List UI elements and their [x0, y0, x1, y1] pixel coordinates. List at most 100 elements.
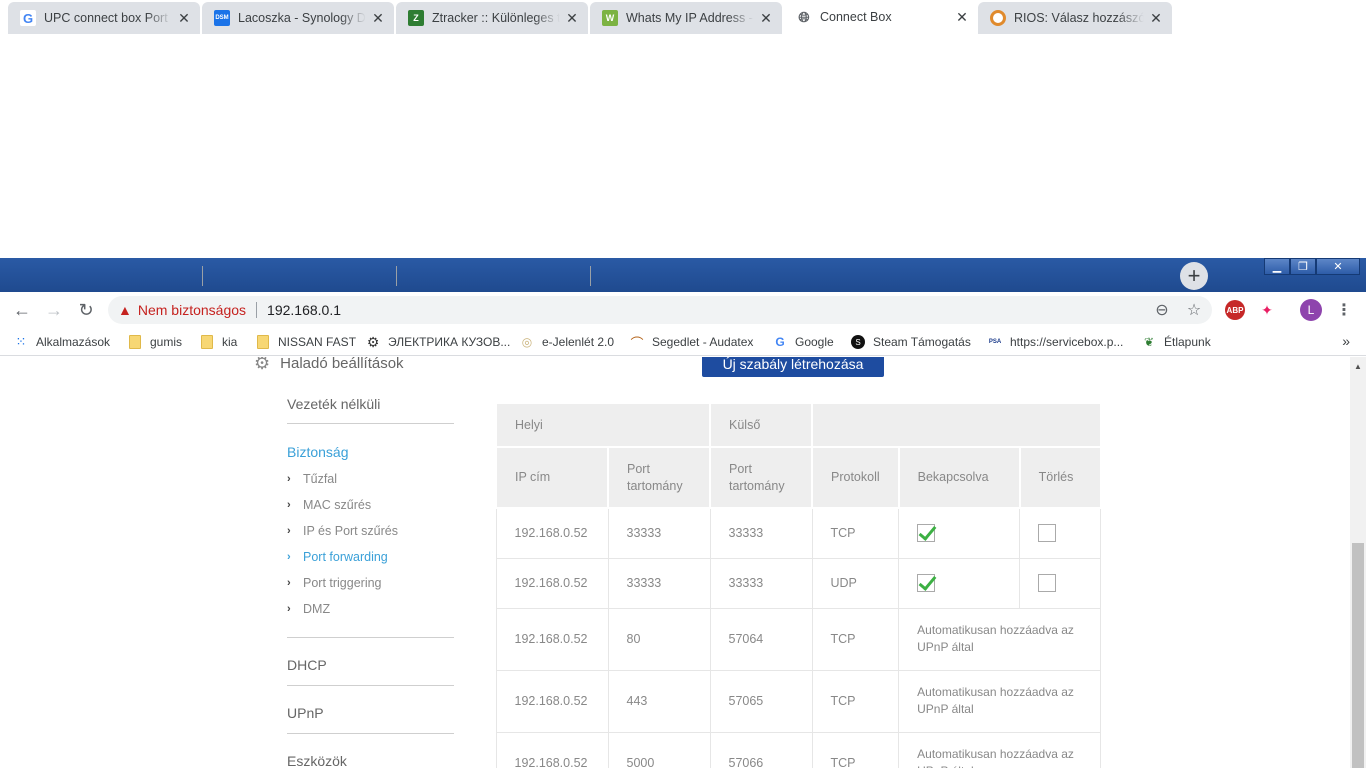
sidebar-item-firewall[interactable]: › Tűzfal: [287, 472, 337, 486]
cell-protocol: TCP: [811, 507, 900, 559]
sidebar-item-label: DMZ: [303, 602, 331, 616]
leaf-icon: ❦: [1143, 335, 1155, 349]
chevron-right-icon: ›: [287, 525, 291, 537]
extension-icon[interactable]: ✦: [1257, 300, 1277, 320]
section-title: Haladó beállítások: [280, 357, 404, 372]
col-port-local: Port tartomány: [607, 446, 711, 509]
bookmark-google[interactable]: G Google: [773, 333, 833, 351]
sidebar-item-dmz[interactable]: › DMZ: [287, 602, 330, 616]
cell-ip: 192.168.0.52: [495, 557, 609, 609]
bookmark-steam[interactable]: S Steam Támogatás: [851, 333, 971, 351]
bookmark-label: ЭЛЕКТРИКА КУЗОВ...: [388, 335, 511, 349]
tab-rios[interactable]: RIOS: Válasz hozzászólás ✕: [978, 2, 1172, 34]
cell-protocol: TCP: [811, 731, 900, 768]
cell-external-port: 57065: [709, 669, 813, 733]
tab-title: RIOS: Válasz hozzászólás: [1014, 11, 1144, 25]
close-icon[interactable]: ✕: [758, 10, 774, 26]
sidebar-divider: [287, 733, 454, 734]
sidebar-item-ip-port-filter[interactable]: › IP és Port szűrés: [287, 524, 398, 538]
cell-delete: [1019, 507, 1102, 559]
tab-synology[interactable]: DSM Lacoszka - Synology Disk ✕: [202, 2, 394, 34]
close-icon[interactable]: ✕: [564, 10, 580, 26]
enabled-checkbox[interactable]: [917, 524, 936, 543]
sidebar-item-security[interactable]: Biztonság: [287, 444, 348, 460]
tab-whats-my-ip[interactable]: W Whats My IP Address - IP ✕: [590, 2, 782, 34]
cell-ip: 192.168.0.52: [495, 669, 609, 733]
tab-separator: [202, 266, 203, 286]
reload-icon[interactable]: ↻: [76, 300, 96, 320]
maximize-button[interactable]: ❐: [1290, 258, 1316, 275]
cell-external-port: 57066: [709, 731, 813, 768]
menu-icon[interactable]: ⋮: [1336, 300, 1352, 320]
tab-upc-connect-box[interactable]: G UPC connect box Port ny ✕: [8, 2, 200, 34]
tab-title: Whats My IP Address - IP: [626, 11, 754, 25]
group-external: Külső: [709, 402, 813, 448]
cell-delete: [1019, 557, 1102, 609]
gear-icon: ⚙: [366, 333, 380, 350]
bookmark-kia[interactable]: kia: [200, 333, 237, 351]
swoosh-icon: ⌒: [630, 335, 644, 351]
sidebar-item-label: Port forwarding: [303, 550, 388, 564]
back-icon[interactable]: ←: [12, 300, 32, 320]
close-icon[interactable]: ✕: [1148, 10, 1164, 26]
adblock-icon[interactable]: ABP: [1225, 300, 1245, 320]
dsm-icon: DSM: [214, 10, 230, 26]
sidebar-item-wireless[interactable]: Vezeték nélküli: [287, 396, 380, 412]
bookmarks-more-icon[interactable]: »: [1342, 333, 1350, 349]
sidebar-item-upnp[interactable]: UPnP: [287, 705, 324, 721]
bookmark-elektrika[interactable]: ⚙ ЭЛЕКТРИКА КУЗОВ...: [366, 333, 511, 351]
forward-icon[interactable]: →: [44, 300, 64, 320]
delete-checkbox[interactable]: [1038, 574, 1057, 592]
bookmark-segedlet[interactable]: ⌒ Segedlet - Audatex: [630, 333, 753, 351]
close-icon[interactable]: ✕: [370, 10, 386, 26]
whatsmyip-icon: W: [602, 10, 618, 26]
address-bar[interactable]: ▲ Nem biztonságos 192.168.0.1: [108, 296, 1212, 324]
cell-upnp-note: Automatikusan hozzáadva azUPnP által: [898, 731, 1102, 768]
tab-connect-box[interactable]: 🌐︎ Connect Box ✕: [784, 0, 978, 34]
sidebar-item-label: MAC szűrés: [303, 498, 372, 512]
chevron-right-icon: ›: [287, 603, 291, 615]
bookmark-e-jelenlet[interactable]: ◎ e-Jelenlét 2.0: [520, 333, 614, 351]
bookmark-apps[interactable]: ⁙ Alkalmazások: [14, 333, 110, 351]
cell-upnp-note: Automatikusan hozzáadva azUPnP által: [898, 607, 1102, 671]
folder-icon: [128, 335, 142, 349]
sidebar-item-mac-filter[interactable]: › MAC szűrés: [287, 498, 371, 512]
bookmark-gumis[interactable]: gumis: [128, 333, 182, 351]
sidebar-item-port-forwarding[interactable]: › Port forwarding: [287, 550, 388, 564]
globe-icon: 🌐︎: [798, 8, 810, 25]
cell-enabled: [898, 557, 1021, 609]
minimize-button[interactable]: ▁: [1264, 258, 1290, 275]
url-text[interactable]: 192.168.0.1: [267, 302, 341, 318]
zoom-icon[interactable]: ⊖: [1152, 300, 1172, 320]
sidebar-item-dhcp[interactable]: DHCP: [287, 657, 327, 673]
close-icon[interactable]: ✕: [176, 10, 192, 26]
avatar[interactable]: L: [1300, 299, 1322, 321]
bookmark-servicebox[interactable]: PSA https://servicebox.p...: [988, 333, 1124, 351]
chevron-right-icon: ›: [287, 551, 291, 563]
bookmark-label: NISSAN FAST: [278, 335, 357, 349]
bookmarks-bar: ⁙ Alkalmazások gumis kia NISSAN FAST ⚙ Э…: [0, 328, 1366, 356]
tab-ztracker[interactable]: Z Ztracker :: Különleges tar ✕: [396, 2, 588, 34]
table-row: 192.168.0.52 443 57065 TCP Automatikusan…: [495, 669, 1102, 733]
window-close-button[interactable]: ✕: [1316, 258, 1360, 275]
scroll-up-icon[interactable]: ▲: [1352, 362, 1364, 372]
col-ip: IP cím: [495, 446, 609, 509]
star-icon[interactable]: ☆: [1184, 300, 1204, 320]
table-group-header: Helyi Külső: [495, 402, 1102, 448]
col-protocol: Protokoll: [811, 446, 900, 509]
delete-checkbox[interactable]: [1038, 524, 1057, 543]
security-status[interactable]: Nem biztonságos: [138, 302, 246, 318]
scrollbar-thumb[interactable]: [1352, 543, 1364, 768]
bookmark-etlapunk[interactable]: ❦ Étlapunk: [1142, 333, 1211, 351]
sidebar-item-port-triggering[interactable]: › Port triggering: [287, 576, 382, 590]
ztracker-icon: Z: [408, 10, 424, 26]
close-icon[interactable]: ✕: [954, 9, 970, 25]
bookmark-nissan-fast[interactable]: NISSAN FAST: [256, 333, 356, 351]
enabled-checkbox[interactable]: [917, 574, 936, 592]
cell-protocol: UDP: [811, 557, 900, 609]
sidebar-item-label: Port triggering: [303, 576, 382, 590]
create-rule-button[interactable]: Új szabály létrehozása: [702, 357, 884, 377]
new-tab-button[interactable]: +: [1180, 262, 1208, 290]
bookmark-label: Segedlet - Audatex: [652, 335, 754, 349]
sidebar-item-tools[interactable]: Eszközök: [287, 753, 347, 768]
